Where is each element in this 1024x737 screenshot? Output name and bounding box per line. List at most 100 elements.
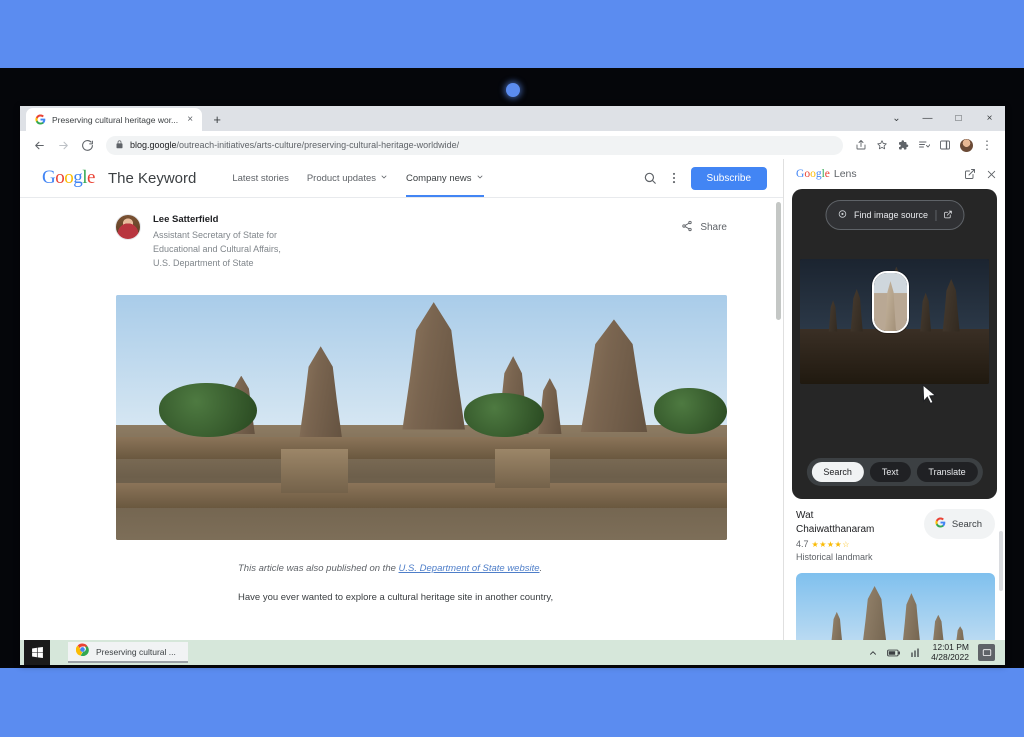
nav-item-product-updates[interactable]: Product updates xyxy=(307,159,388,197)
lens-mode-text[interactable]: Text xyxy=(870,462,911,482)
scrollbar-thumb[interactable] xyxy=(776,202,781,320)
share-label: Share xyxy=(700,222,727,233)
lens-word: Lens xyxy=(834,168,857,180)
result-category: Historical landmark xyxy=(796,552,888,562)
new-tab-button[interactable]: + xyxy=(206,108,228,130)
maximize-button[interactable]: □ xyxy=(943,106,974,131)
profile-avatar[interactable] xyxy=(956,135,976,155)
avatar xyxy=(115,214,141,240)
content-scrollbar[interactable] xyxy=(774,198,783,665)
minimize-button[interactable]: — xyxy=(912,106,943,131)
result-title: Wat Chaiwatthanaram xyxy=(796,509,888,536)
tab-close-icon[interactable]: × xyxy=(184,115,196,125)
google-favicon-icon xyxy=(35,114,46,125)
lock-icon xyxy=(115,136,124,154)
subscribe-button[interactable]: Subscribe xyxy=(691,167,767,190)
tab-strip: Preserving cultural heritage wor... × + … xyxy=(20,106,1005,131)
web-content-pane: G o o g l e The Keyword Latest stories P… xyxy=(20,159,783,665)
logo-letter: g xyxy=(73,167,82,189)
author-byline: Lee Satterfield Assistant Secretary of S… xyxy=(20,214,783,271)
back-button[interactable] xyxy=(28,134,50,156)
hero-tree xyxy=(159,383,257,437)
toolbar-icon-group: ⋮ xyxy=(851,135,997,155)
caption-prefix: This article was also published on the xyxy=(238,563,399,574)
extensions-puzzle-icon[interactable] xyxy=(893,135,913,155)
lens-mode-translate[interactable]: Translate xyxy=(916,462,977,482)
result-search-button[interactable]: Search xyxy=(924,509,995,539)
google-lens-wordmark: G o o g l e Lens xyxy=(796,168,857,180)
window-controls: ⌄ — □ × xyxy=(881,106,1005,131)
taskbar-clock[interactable]: 12:01 PM 4/28/2022 xyxy=(931,643,969,663)
chevron-down-icon xyxy=(380,173,388,183)
address-bar[interactable]: blog.google/outreach-initiatives/arts-cu… xyxy=(106,136,843,155)
url-domain: blog.google xyxy=(130,140,177,150)
lens-selection-box[interactable] xyxy=(872,271,909,333)
lens-mode-chips: Search Text Translate xyxy=(806,458,982,486)
caption-link[interactable]: U.S. Department of State website xyxy=(399,563,540,574)
hero-tree xyxy=(654,388,727,435)
divider xyxy=(935,210,936,221)
site-navigation: Latest stories Product updates Company n… xyxy=(232,159,483,197)
reload-button[interactable] xyxy=(76,134,98,156)
result-search-label: Search xyxy=(952,519,982,530)
thumb-prang xyxy=(856,586,894,645)
chevron-up-icon[interactable] xyxy=(868,648,878,658)
rating-value: 4.7 xyxy=(796,539,809,549)
lens-ground xyxy=(800,329,989,384)
google-logo[interactable]: G o o g l e xyxy=(42,167,95,189)
scrollbar-thumb[interactable] xyxy=(999,531,1003,591)
close-window-button[interactable]: × xyxy=(974,106,1005,131)
result-thumbnail-image[interactable] xyxy=(796,573,995,645)
bookmark-star-icon[interactable] xyxy=(872,135,892,155)
browser-tab[interactable]: Preserving cultural heritage wor... × xyxy=(26,108,202,131)
chrome-icon xyxy=(76,643,89,661)
taskbar-item-chrome[interactable]: Preserving cultural ... xyxy=(68,642,188,663)
byline-text: Lee Satterfield Assistant Secretary of S… xyxy=(153,214,283,271)
forward-button[interactable] xyxy=(52,134,74,156)
find-image-source-label: Find image source xyxy=(854,210,928,220)
lens-panel-header: G o o g l e Lens xyxy=(784,159,1005,189)
logo-letter: e xyxy=(825,168,830,180)
url-path: /outreach-initiatives/arts-culture/prese… xyxy=(177,140,460,150)
windows-taskbar: Preserving cultural ... 12:01 PM 4/28/20… xyxy=(20,640,1005,665)
google-lens-side-panel: G o o g l e Lens xyxy=(783,159,1005,665)
result-rating: 4.7 ★★★★☆ xyxy=(796,539,888,549)
share-icon[interactable] xyxy=(851,135,871,155)
more-vertical-icon[interactable] xyxy=(667,171,681,185)
logo-letter: o xyxy=(64,167,73,189)
nav-label: Company news xyxy=(406,173,471,184)
hero-wall xyxy=(116,483,727,508)
lens-image-viewer[interactable]: Find image source xyxy=(792,189,997,499)
nav-item-company-news[interactable]: Company news xyxy=(406,159,483,197)
wifi-icon[interactable] xyxy=(910,648,922,658)
site-title: The Keyword xyxy=(108,170,196,187)
nav-label: Latest stories xyxy=(232,173,289,184)
notification-icon[interactable] xyxy=(978,644,995,661)
tab-search-chevron-down-icon[interactable]: ⌄ xyxy=(881,106,912,131)
lens-result-info: Wat Chaiwatthanaram 4.7 ★★★★☆ Historical… xyxy=(796,509,888,562)
lens-result-row[interactable]: Wat Chaiwatthanaram 4.7 ★★★★☆ Historical… xyxy=(796,509,995,562)
browser-menu-icon[interactable]: ⋮ xyxy=(977,135,997,155)
rating-stars-icon: ★★★★☆ xyxy=(812,540,850,549)
logo-letter: o xyxy=(55,167,64,189)
side-panel-icon[interactable] xyxy=(935,135,955,155)
close-icon[interactable] xyxy=(986,169,997,180)
hero-stairs xyxy=(281,449,348,493)
keyword-site-header: G o o g l e The Keyword Latest stories P… xyxy=(20,159,783,198)
windows-start-icon[interactable] xyxy=(24,640,50,665)
battery-icon[interactable] xyxy=(887,648,901,658)
reading-list-icon[interactable] xyxy=(914,135,934,155)
author-role: Assistant Secretary of State for Educati… xyxy=(153,229,283,271)
lens-source-image[interactable] xyxy=(800,259,989,384)
open-in-new-icon[interactable] xyxy=(964,168,976,180)
google-g-icon xyxy=(935,515,946,533)
nav-item-latest-stories[interactable]: Latest stories xyxy=(232,159,289,197)
chrome-browser-window: Preserving cultural heritage wor... × + … xyxy=(20,106,1005,665)
hero-wall xyxy=(116,437,727,459)
lens-mode-search[interactable]: Search xyxy=(811,462,864,482)
search-icon[interactable] xyxy=(643,171,657,185)
nav-label: Product updates xyxy=(307,173,376,184)
webcam-indicator-light xyxy=(506,83,520,97)
find-image-source-button[interactable]: Find image source xyxy=(825,200,964,230)
share-button[interactable]: Share xyxy=(681,214,727,235)
